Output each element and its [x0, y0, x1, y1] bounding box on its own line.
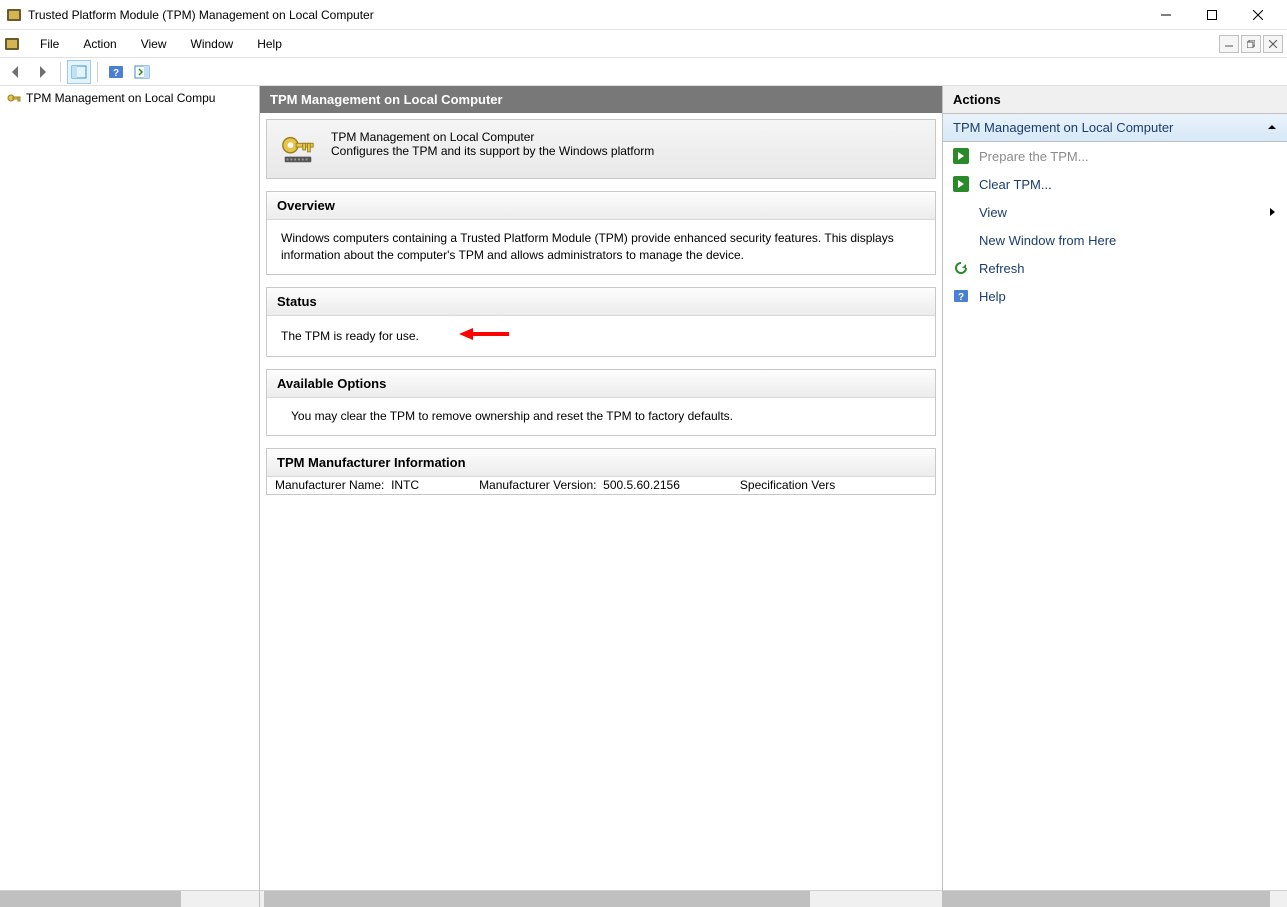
action-prepare-tpm: Prepare the TPM...: [943, 142, 1287, 170]
overview-title: Overview: [267, 192, 935, 220]
svg-text:?: ?: [113, 68, 119, 79]
menu-file[interactable]: File: [28, 33, 71, 55]
manufacturer-version: Manufacturer Version: 500.5.60.2156: [479, 477, 680, 494]
spacer: [953, 232, 969, 248]
tree-node-tpm[interactable]: TPM Management on Local Compu: [0, 86, 259, 110]
minimize-button[interactable]: [1143, 0, 1189, 30]
mdi-minimize-button[interactable]: [1219, 35, 1239, 53]
action-new-window[interactable]: New Window from Here: [943, 226, 1287, 254]
action-view[interactable]: View: [943, 198, 1287, 226]
refresh-icon: [953, 260, 969, 276]
center-scrollbar[interactable]: [260, 890, 942, 907]
help-icon: ?: [953, 288, 969, 304]
app-icon: [6, 7, 22, 23]
action-help[interactable]: ? Help: [943, 282, 1287, 310]
window-title: Trusted Platform Module (TPM) Management…: [28, 8, 1143, 22]
menu-window[interactable]: Window: [179, 33, 246, 55]
action-prepare-label: Prepare the TPM...: [979, 149, 1089, 164]
key-icon: [279, 130, 317, 168]
window-controls: [1143, 0, 1281, 30]
collapse-icon: [1267, 120, 1277, 135]
manufacturer-name: Manufacturer Name: INTC: [275, 477, 419, 494]
maximize-button[interactable]: [1189, 0, 1235, 30]
specification-version: Specification Vers: [740, 477, 835, 494]
action-refresh[interactable]: Refresh: [943, 254, 1287, 282]
content-body: TPM Management on Local Computer Configu…: [260, 113, 942, 907]
chevron-right-icon: [1269, 205, 1277, 220]
menubar: File Action View Window Help: [0, 30, 1287, 58]
right-scrollbar[interactable]: [943, 890, 1287, 907]
menubar-icon: [4, 36, 20, 52]
options-body: You may clear the TPM to remove ownershi…: [267, 398, 935, 435]
content-header: TPM Management on Local Computer: [260, 86, 942, 113]
mdi-close-button[interactable]: [1263, 35, 1283, 53]
overview-body: Windows computers containing a Trusted P…: [267, 220, 935, 274]
intro-panel: TPM Management on Local Computer Configu…: [266, 119, 936, 179]
tpm-key-icon: [6, 90, 22, 106]
manufacturer-section: TPM Manufacturer Information Manufacture…: [266, 448, 936, 495]
tree-pane: TPM Management on Local Compu: [0, 86, 260, 907]
mdi-restore-button[interactable]: [1241, 35, 1261, 53]
toolbar-separator: [60, 62, 61, 82]
arrow-right-icon: [953, 176, 969, 192]
content-pane: TPM Management on Local Computer TPM Man…: [260, 86, 943, 907]
action-clear-label: Clear TPM...: [979, 177, 1052, 192]
action-pane-toggle-button[interactable]: [130, 60, 154, 84]
actions-pane: Actions TPM Management on Local Computer…: [943, 86, 1287, 907]
mdi-controls: [1217, 35, 1285, 53]
back-button[interactable]: [4, 60, 28, 84]
arrow-right-icon: [953, 148, 969, 164]
manufacturer-title: TPM Manufacturer Information: [267, 449, 935, 477]
overview-section: Overview Windows computers containing a …: [266, 191, 936, 275]
svg-text:?: ?: [958, 292, 964, 303]
red-arrow-icon: [459, 326, 509, 347]
options-section: Available Options You may clear the TPM …: [266, 369, 936, 436]
tree-node-label: TPM Management on Local Compu: [26, 91, 215, 105]
actions-header: Actions: [943, 86, 1287, 114]
intro-line1: TPM Management on Local Computer: [331, 130, 654, 144]
status-text: The TPM is ready for use.: [281, 328, 419, 345]
left-scrollbar[interactable]: [0, 890, 259, 907]
options-title: Available Options: [267, 370, 935, 398]
actions-group-label: TPM Management on Local Computer: [953, 120, 1173, 135]
action-help-label: Help: [979, 289, 1006, 304]
forward-button[interactable]: [30, 60, 54, 84]
action-clear-tpm[interactable]: Clear TPM...: [943, 170, 1287, 198]
titlebar: Trusted Platform Module (TPM) Management…: [0, 0, 1287, 30]
close-button[interactable]: [1235, 0, 1281, 30]
action-view-label: View: [979, 205, 1007, 220]
menu-action[interactable]: Action: [71, 33, 128, 55]
menu-help[interactable]: Help: [245, 33, 294, 55]
actions-group-header[interactable]: TPM Management on Local Computer: [943, 114, 1287, 142]
toolbar-separator-2: [97, 62, 98, 82]
spacer: [953, 204, 969, 220]
toolbar: ?: [0, 58, 1287, 86]
main-area: TPM Management on Local Compu TPM Manage…: [0, 86, 1287, 907]
status-section: Status The TPM is ready for use.: [266, 287, 936, 358]
status-title: Status: [267, 288, 935, 316]
show-hide-tree-button[interactable]: [67, 60, 91, 84]
menu-view[interactable]: View: [129, 33, 179, 55]
help-toolbar-button[interactable]: ?: [104, 60, 128, 84]
action-new-window-label: New Window from Here: [979, 233, 1116, 248]
action-refresh-label: Refresh: [979, 261, 1025, 276]
intro-line2: Configures the TPM and its support by th…: [331, 144, 654, 158]
